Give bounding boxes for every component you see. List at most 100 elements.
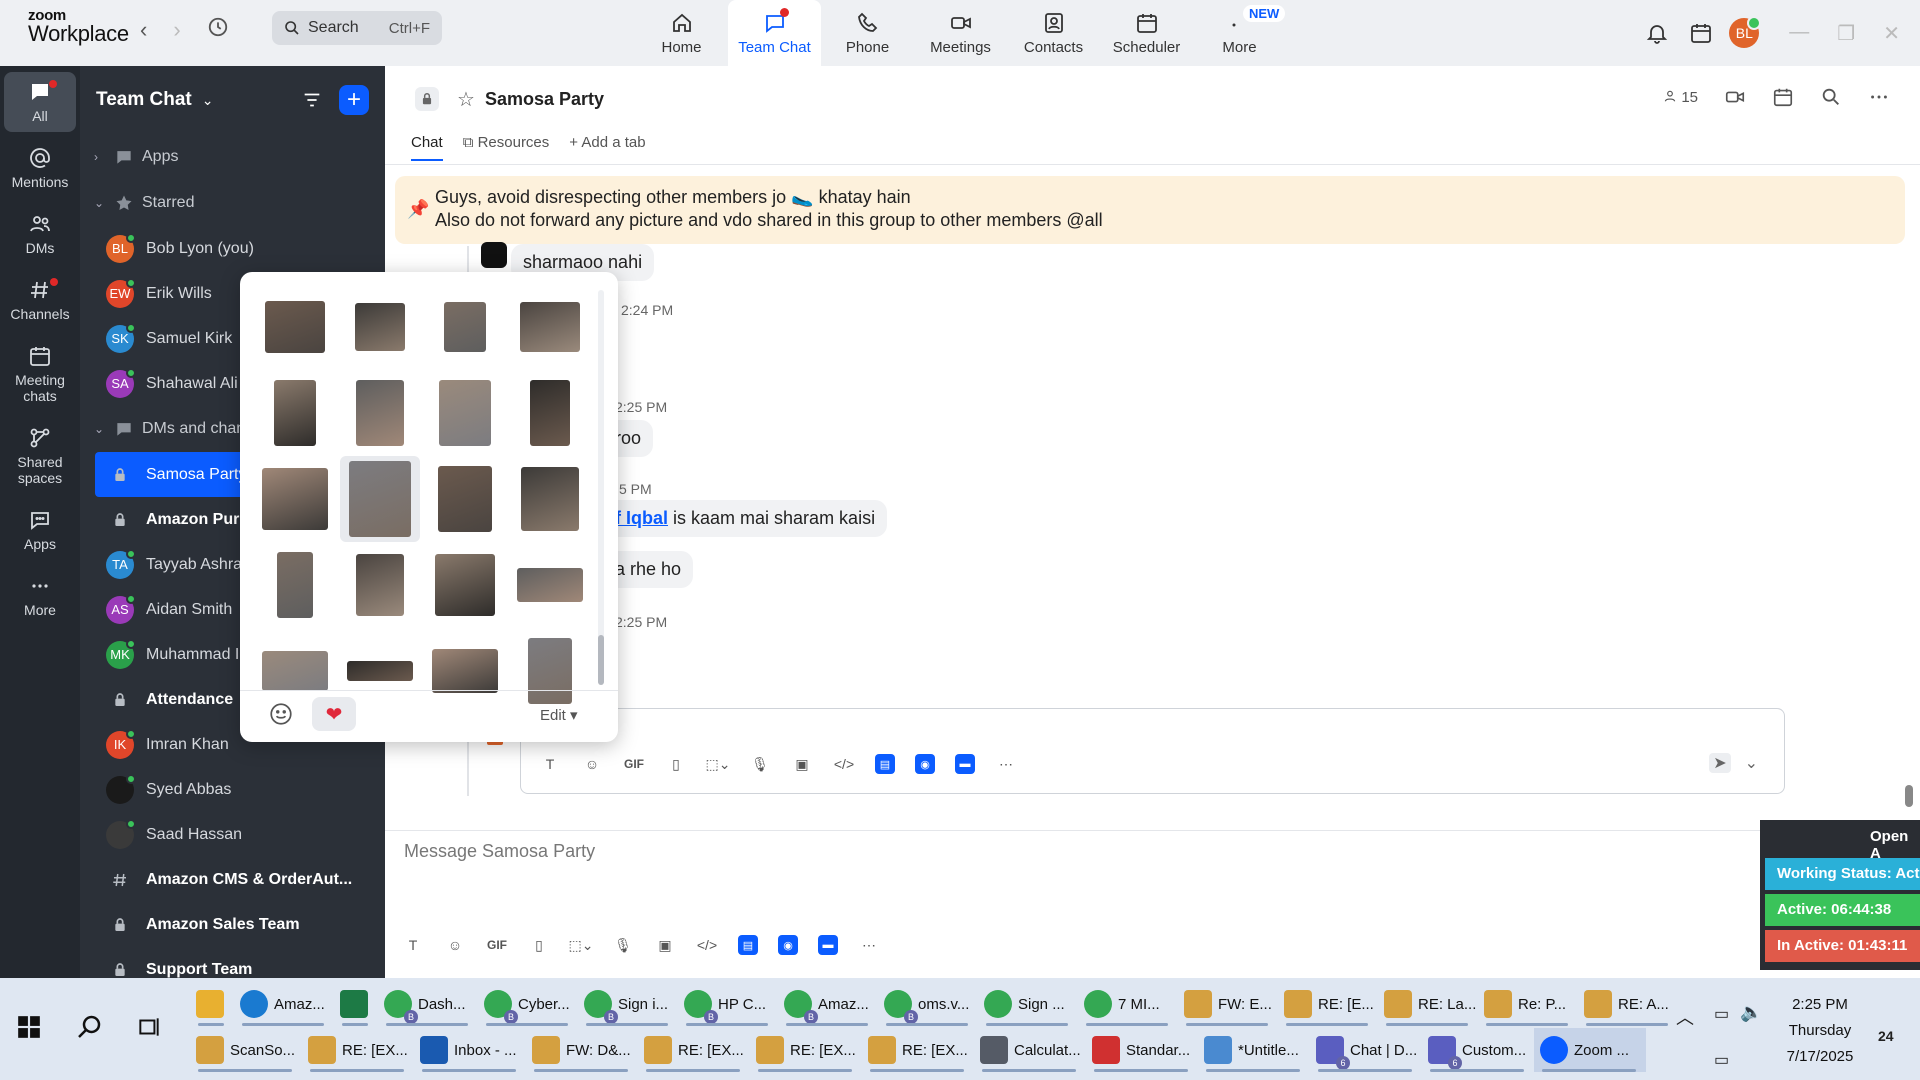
- rail-all[interactable]: All: [4, 72, 76, 132]
- star-outline-icon[interactable]: ☆: [457, 87, 475, 112]
- taskbar-app-button[interactable]: RE: [EX...: [302, 1028, 414, 1072]
- screenshot-icon[interactable]: ⬚⌄: [706, 753, 731, 775]
- notification-count[interactable]: 24: [1878, 1028, 1894, 1044]
- rail-meeting-chats[interactable]: Meeting chats: [4, 336, 76, 412]
- taskbar-app-button[interactable]: FW: E...: [1178, 982, 1278, 1026]
- taskbar-app-button[interactable]: B HP C...: [678, 982, 778, 1026]
- taskbar-search-icon[interactable]: [74, 1012, 104, 1042]
- forward-arrow-icon[interactable]: ›: [173, 17, 180, 43]
- taskbar-app-button[interactable]: 6 Custom...: [1422, 1028, 1534, 1072]
- message-input[interactable]: Message Samosa Party: [404, 841, 595, 862]
- close-icon[interactable]: ✕: [1883, 21, 1900, 46]
- tab-chat[interactable]: Chat: [411, 134, 443, 161]
- taskbar-app-button[interactable]: Boms.v...: [878, 982, 978, 1026]
- nav-more[interactable]: NEW More: [1193, 0, 1286, 66]
- sidebar-item[interactable]: Amazon CMS & OrderAut...: [80, 857, 385, 902]
- message-bubble[interactable]: na rhe ho: [605, 551, 694, 588]
- taskbar-app-button[interactable]: Standar...: [1086, 1028, 1198, 1072]
- microphone-icon[interactable]: 🎙: [612, 934, 634, 956]
- file-icon[interactable]: ▯: [665, 753, 687, 775]
- main-scrollbar[interactable]: [1905, 785, 1913, 807]
- screenshot-icon[interactable]: ⬚⌄: [569, 934, 594, 956]
- network-icon[interactable]: ▭: [1714, 1050, 1729, 1070]
- taskbar-app-button[interactable]: Calculat...: [974, 1028, 1086, 1072]
- taskbar-app-button[interactable]: Re: P...: [1478, 982, 1578, 1026]
- taskbar-app-button[interactable]: FW: D&...: [526, 1028, 638, 1072]
- rail-more[interactable]: More: [4, 566, 76, 626]
- nav-contacts[interactable]: Contacts: [1007, 0, 1100, 66]
- sidebar-title[interactable]: Team Chat: [96, 89, 192, 111]
- taskbar-app-button[interactable]: 7 MI...: [1078, 982, 1178, 1026]
- rail-apps[interactable]: Apps: [4, 500, 76, 560]
- video-call-icon[interactable]: [1724, 86, 1746, 108]
- rail-dms[interactable]: DMs: [4, 204, 76, 264]
- video-message-icon[interactable]: ▣: [654, 934, 676, 956]
- sticker-item[interactable]: [510, 456, 590, 542]
- sidebar-item[interactable]: BL Bob Lyon (you): [80, 226, 385, 271]
- emoji-icon[interactable]: ☺: [581, 753, 603, 775]
- sticker-item[interactable]: [425, 456, 505, 542]
- nav-team-chat[interactable]: Team Chat: [728, 0, 821, 66]
- taskbar-app-button[interactable]: B Sign i...: [578, 982, 678, 1026]
- filter-icon[interactable]: [301, 89, 323, 111]
- app-icon-2[interactable]: ◉: [915, 754, 935, 774]
- microphone-icon[interactable]: 🎙: [749, 753, 771, 775]
- maximize-icon[interactable]: ❐: [1837, 21, 1855, 46]
- popup-scrollbar[interactable]: [598, 290, 604, 685]
- search-box[interactable]: Search Ctrl+F: [272, 11, 442, 45]
- nav-meetings[interactable]: Meetings: [914, 0, 1007, 66]
- sticker-item[interactable]: [340, 284, 420, 370]
- section-starred[interactable]: ⌄ Starred: [80, 180, 385, 226]
- taskbar-app-button[interactable]: Zoom ...: [1534, 1028, 1646, 1072]
- gif-icon[interactable]: GIF: [623, 753, 645, 775]
- taskbar-clock[interactable]: 2:25 PM Thursday 7/17/2025: [1770, 992, 1870, 1070]
- nav-scheduler[interactable]: Scheduler: [1100, 0, 1193, 66]
- text-format-icon[interactable]: T: [402, 934, 424, 956]
- send-icon[interactable]: ➤: [1709, 753, 1731, 773]
- windows-start-icon[interactable]: [16, 1014, 42, 1040]
- sidebar-item[interactable]: Amazon Sales Team: [80, 902, 385, 947]
- code-icon[interactable]: </>: [696, 934, 718, 956]
- sticker-item[interactable]: [340, 370, 420, 456]
- app-icon-1[interactable]: ▤: [875, 754, 895, 774]
- taskbar-app-button[interactable]: RE: La...: [1378, 982, 1478, 1026]
- battery-icon[interactable]: ▭: [1714, 1004, 1729, 1024]
- tab-resources[interactable]: ⧉ Resources: [463, 134, 550, 161]
- rail-shared-spaces[interactable]: Shared spaces: [4, 418, 76, 494]
- taskbar-app-button[interactable]: B Cyber...: [478, 982, 578, 1026]
- sticker-item[interactable]: [255, 284, 335, 370]
- taskbar-app-button[interactable]: RE: [EX...: [638, 1028, 750, 1072]
- sender-avatar[interactable]: [481, 242, 507, 268]
- taskbar-app-button[interactable]: *Untitle...: [1198, 1028, 1310, 1072]
- app-icon-3[interactable]: ▬: [818, 935, 838, 955]
- user-avatar[interactable]: BL: [1729, 16, 1762, 48]
- file-icon[interactable]: ▯: [528, 934, 550, 956]
- sticker-item[interactable]: [340, 456, 420, 542]
- emoji-icon[interactable]: ☺: [444, 934, 466, 956]
- new-chat-button[interactable]: +: [339, 85, 369, 115]
- sticker-item[interactable]: [510, 370, 590, 456]
- notifications-bell-icon[interactable]: [1635, 21, 1679, 45]
- taskbar-app-button[interactable]: ScanSo...: [190, 1028, 302, 1072]
- taskbar-app-button[interactable]: 6 Chat | D...: [1310, 1028, 1422, 1072]
- more-horizontal-icon[interactable]: [1868, 86, 1890, 108]
- widget-header[interactable]: Open A: [1870, 828, 1920, 862]
- taskbar-app-button[interactable]: B Dash...: [378, 982, 478, 1026]
- chevron-down-icon[interactable]: ⌄: [202, 92, 214, 109]
- sticker-item[interactable]: [340, 542, 420, 628]
- app-icon-2[interactable]: ◉: [778, 935, 798, 955]
- sticker-item[interactable]: [255, 542, 335, 628]
- taskbar-app-button[interactable]: [190, 982, 234, 1026]
- taskbar-app-button[interactable]: RE: [EX...: [750, 1028, 862, 1072]
- chevron-down-icon[interactable]: ⌄: [1745, 753, 1758, 773]
- volume-icon[interactable]: 🔈: [1740, 1002, 1762, 1023]
- app-icon-3[interactable]: ▬: [955, 754, 975, 774]
- nav-home[interactable]: Home: [635, 0, 728, 66]
- taskbar-app-button[interactable]: Sign ...: [978, 982, 1078, 1026]
- sidebar-item[interactable]: Syed Abbas: [80, 767, 385, 812]
- more-horizontal-icon[interactable]: ⋯: [995, 753, 1017, 775]
- search-icon[interactable]: [1820, 86, 1842, 108]
- sticker-item[interactable]: [425, 542, 505, 628]
- taskbar-app-button[interactable]: Amaz...: [234, 982, 334, 1026]
- video-message-icon[interactable]: ▣: [791, 753, 813, 775]
